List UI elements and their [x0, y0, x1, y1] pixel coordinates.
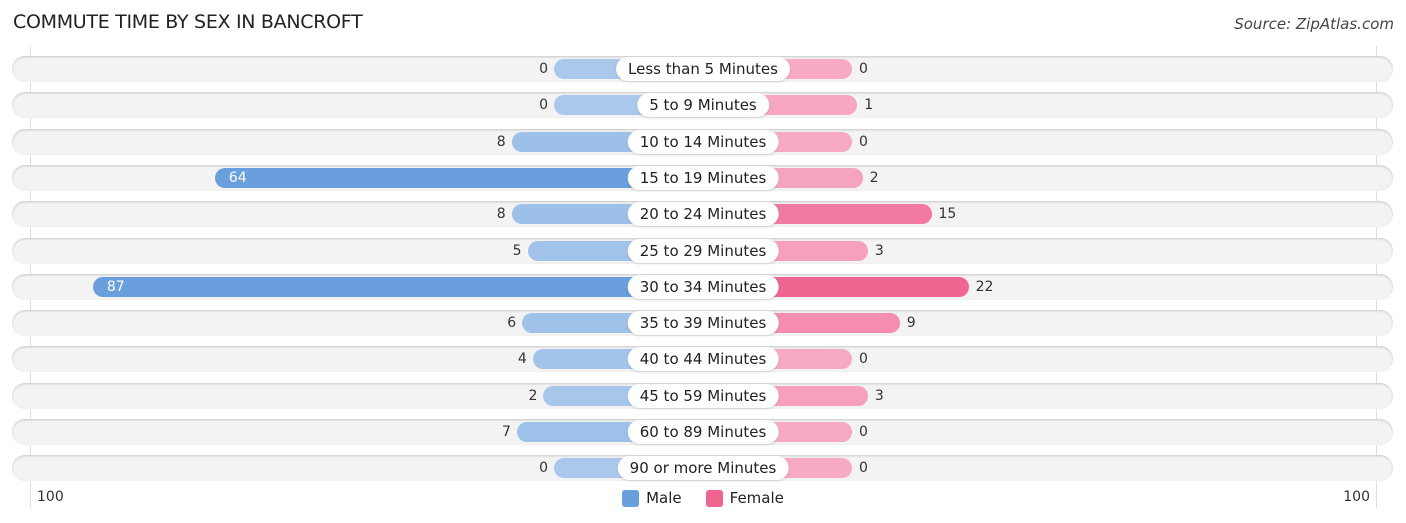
female-value-label: 0 — [859, 351, 868, 368]
category-label: 90 or more Minutes — [617, 456, 789, 481]
category-label: 10 to 14 Minutes — [627, 129, 779, 154]
male-value-label: 2 — [528, 387, 538, 404]
category-label: 20 to 24 Minutes — [627, 202, 779, 227]
category-label: 45 to 59 Minutes — [627, 383, 779, 408]
category-label: 30 to 34 Minutes — [627, 274, 779, 299]
female-value-label: 3 — [874, 242, 884, 259]
male-value-label: 7 — [501, 424, 511, 440]
male-value-label: 8 — [496, 133, 506, 150]
female-swatch — [705, 489, 723, 507]
category-label: 15 to 19 Minutes — [627, 165, 779, 190]
male-value-label: 8 — [496, 206, 506, 223]
male-value-label: 64 — [228, 169, 247, 186]
male-bar[interactable] — [92, 276, 703, 297]
male-value-label: 0 — [539, 97, 548, 114]
category-label: 5 to 9 Minutes — [637, 93, 769, 118]
female-value-label: 2 — [869, 169, 879, 186]
male-value-label: 6 — [507, 315, 517, 332]
legend-item-male[interactable]: Male — [622, 489, 682, 507]
male-value-label: 0 — [539, 61, 548, 77]
male-value-label: 87 — [106, 278, 125, 295]
legend-label-female: Female — [729, 489, 784, 507]
category-label: 25 to 29 Minutes — [627, 238, 779, 263]
chart-title: COMMUTE TIME BY SEX IN BANCROFT — [13, 11, 363, 33]
male-value-label: 5 — [512, 242, 522, 259]
category-label: Less than 5 Minutes — [616, 57, 790, 81]
female-value-label: 9 — [906, 315, 916, 332]
female-value-label: 0 — [859, 61, 868, 77]
category-label: 35 to 39 Minutes — [627, 311, 779, 336]
category-label: 40 to 44 Minutes — [627, 347, 779, 372]
female-value-label: 22 — [975, 278, 994, 295]
male-value-label: 4 — [517, 351, 527, 368]
female-value-label: 0 — [859, 133, 868, 150]
female-value-label: 3 — [874, 387, 884, 404]
female-value-label: 1 — [864, 97, 874, 114]
source-label: Source: ZipAtlas.com — [1234, 15, 1394, 33]
legend-label-male: Male — [646, 489, 682, 507]
female-value-label: 0 — [859, 460, 868, 477]
category-label: 60 to 89 Minutes — [627, 420, 779, 444]
legend-item-female[interactable]: Female — [705, 489, 784, 507]
male-swatch — [622, 489, 640, 507]
legend: Male Female — [0, 489, 1406, 507]
female-value-label: 0 — [859, 424, 868, 440]
male-value-label: 0 — [539, 460, 548, 477]
female-value-label: 15 — [938, 206, 957, 223]
